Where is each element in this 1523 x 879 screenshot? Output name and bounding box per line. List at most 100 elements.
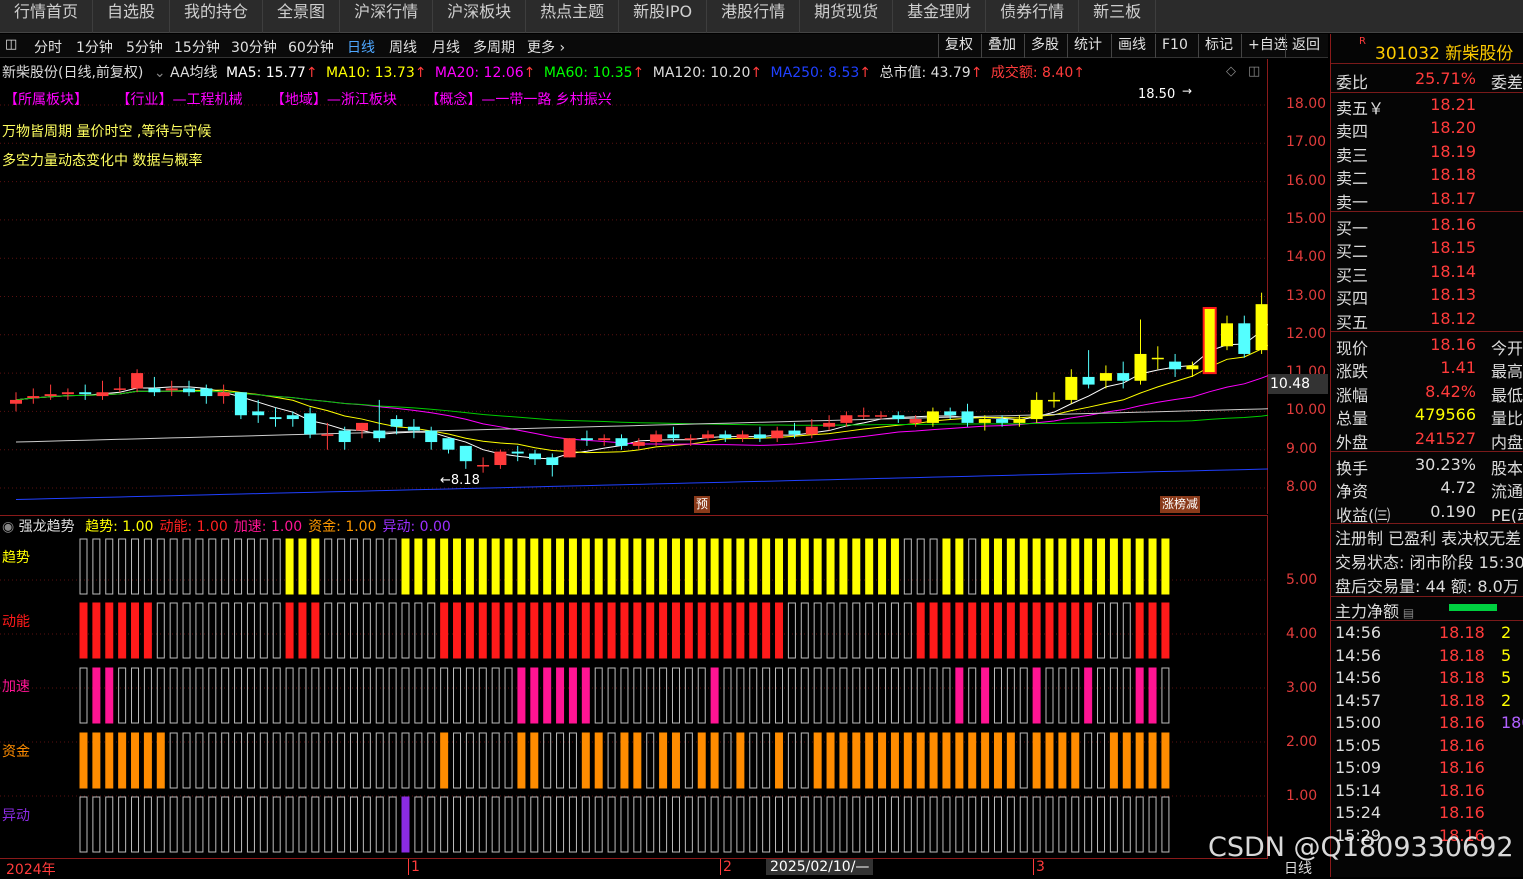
candle[interactable]: [200, 384, 213, 404]
candle[interactable]: [1202, 306, 1217, 375]
timeframe-button[interactable]: 5分钟: [126, 37, 163, 57]
toolbar-button[interactable]: 标记: [1198, 34, 1239, 58]
nav-tab[interactable]: 热点主题: [526, 0, 620, 33]
candle[interactable]: [1221, 315, 1233, 351]
candle[interactable]: [217, 384, 230, 404]
candle[interactable]: [1238, 315, 1251, 358]
candle[interactable]: [1255, 292, 1268, 354]
nav-tab[interactable]: 期货现货: [800, 0, 894, 33]
candle[interactable]: [1065, 369, 1078, 404]
candle[interactable]: [771, 426, 784, 443]
nav-tab[interactable]: 港股行情: [707, 0, 801, 33]
candle[interactable]: [477, 457, 490, 473]
menu-icon[interactable]: ◫: [5, 37, 17, 52]
nav-tab[interactable]: 新股IPO: [619, 0, 708, 33]
candle[interactable]: [183, 380, 195, 397]
nav-tab[interactable]: 自选股: [93, 0, 171, 33]
candle[interactable]: [892, 411, 905, 423]
indicator-chart[interactable]: [0, 515, 1268, 858]
toolbar-button[interactable]: 画线: [1111, 34, 1152, 58]
timeframe-button[interactable]: 月线: [432, 37, 460, 57]
candle[interactable]: [407, 419, 420, 439]
nav-tab[interactable]: 沪深行情: [340, 0, 434, 33]
candle[interactable]: [598, 434, 611, 446]
ma10-line: [15, 344, 1268, 454]
candle[interactable]: [1030, 392, 1043, 423]
candle[interactable]: [857, 407, 870, 420]
candle[interactable]: [494, 449, 507, 469]
timeframe-button[interactable]: 60分钟: [288, 37, 334, 57]
candle[interactable]: [1048, 392, 1060, 408]
indicator-bar: [620, 538, 629, 595]
candle[interactable]: [234, 392, 247, 420]
timeframe-button[interactable]: 15分钟: [174, 37, 220, 57]
nav-tab[interactable]: 我的持仓: [170, 0, 264, 33]
candle[interactable]: [615, 434, 628, 450]
candle[interactable]: [580, 430, 593, 446]
candle[interactable]: [459, 445, 472, 469]
nav-tab[interactable]: 沪深板块: [433, 0, 527, 33]
timeframe-button[interactable]: 多周期: [473, 37, 515, 57]
row-value: 18.21: [1430, 94, 1476, 114]
timeframe-button[interactable]: 30分钟: [231, 37, 277, 57]
candle[interactable]: [10, 392, 22, 412]
indicator-bar: [775, 602, 784, 659]
candle[interactable]: [753, 426, 766, 443]
toolbar-button[interactable]: 复权: [938, 34, 979, 58]
candle[interactable]: [961, 403, 974, 427]
candle[interactable]: [1099, 365, 1112, 389]
candle[interactable]: [165, 380, 178, 397]
toolbar-button[interactable]: 多股: [1024, 34, 1065, 58]
candle[interactable]: [719, 430, 732, 443]
candle[interactable]: [529, 449, 541, 466]
indicator-bar: [942, 538, 951, 595]
candle[interactable]: [1134, 319, 1147, 385]
candle[interactable]: [563, 438, 576, 458]
candle[interactable]: [79, 384, 92, 400]
nav-tab[interactable]: 行情首页: [0, 0, 94, 33]
candle[interactable]: [269, 407, 282, 427]
candle[interactable]: [321, 422, 334, 450]
nav-tab[interactable]: 全景图: [263, 0, 341, 33]
candle[interactable]: [113, 376, 126, 393]
candle[interactable]: [546, 453, 559, 477]
candle[interactable]: [875, 411, 887, 420]
toolbar-button[interactable]: F10: [1155, 34, 1194, 58]
candle[interactable]: [1082, 350, 1095, 389]
candle[interactable]: [148, 376, 161, 397]
nav-tab[interactable]: 基金理财: [893, 0, 987, 33]
timeframe-button[interactable]: 周线: [389, 37, 417, 57]
candlestick-chart[interactable]: [0, 59, 1268, 514]
candle[interactable]: [356, 422, 368, 439]
row-value: 1.41: [1440, 358, 1476, 378]
candle[interactable]: [511, 445, 524, 462]
candle[interactable]: [442, 438, 455, 454]
candle[interactable]: [304, 407, 317, 439]
indicator-bar: [568, 732, 577, 789]
candle[interactable]: [1169, 353, 1182, 377]
candle[interactable]: [840, 411, 853, 427]
candle[interactable]: [632, 438, 645, 450]
indicator-bar: [903, 538, 912, 595]
nav-tab[interactable]: 债券行情: [986, 0, 1080, 33]
timeframe-button[interactable]: 日线: [347, 37, 375, 57]
candle[interactable]: [1151, 346, 1164, 370]
toolbar-button[interactable]: 叠加: [981, 34, 1022, 58]
candle[interactable]: [736, 430, 749, 443]
toolbar-button[interactable]: 返回: [1285, 34, 1326, 58]
candle[interactable]: [27, 388, 40, 404]
candle[interactable]: [1186, 361, 1199, 377]
candle[interactable]: [44, 384, 57, 400]
candle[interactable]: [96, 380, 109, 400]
timeframe-button[interactable]: 1分钟: [76, 37, 113, 57]
nav-tab[interactable]: 新三板: [1079, 0, 1157, 33]
timeframe-button[interactable]: 分时: [34, 37, 62, 57]
timeframe-button[interactable]: 更多 ›: [527, 37, 565, 57]
candle[interactable]: [61, 388, 74, 400]
toolbar-button[interactable]: 统计: [1067, 34, 1108, 58]
buy-level-row: 买五 18.12: [1331, 307, 1523, 332]
row-value: 0.190: [1430, 501, 1476, 521]
candle[interactable]: [823, 415, 836, 431]
list-icon[interactable]: ▤: [1399, 606, 1414, 620]
indicator-bar: [878, 667, 887, 724]
